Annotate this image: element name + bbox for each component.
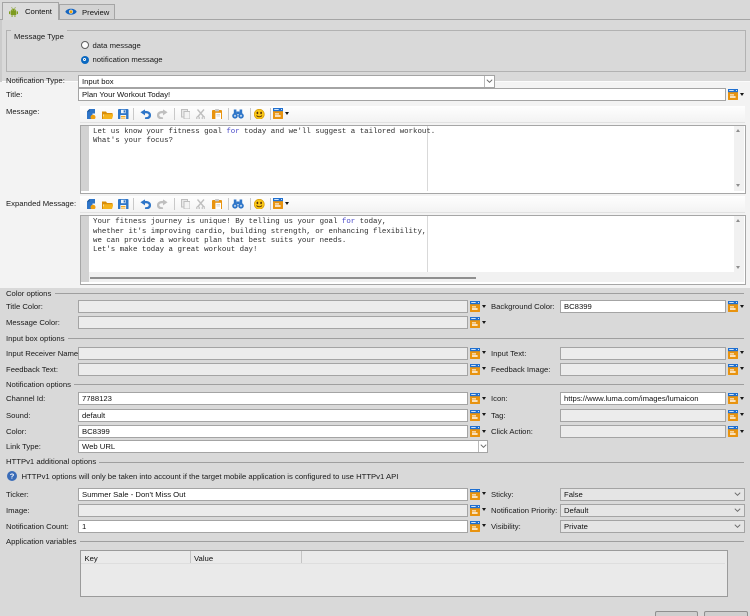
svg-text:?: ?: [10, 472, 15, 481]
